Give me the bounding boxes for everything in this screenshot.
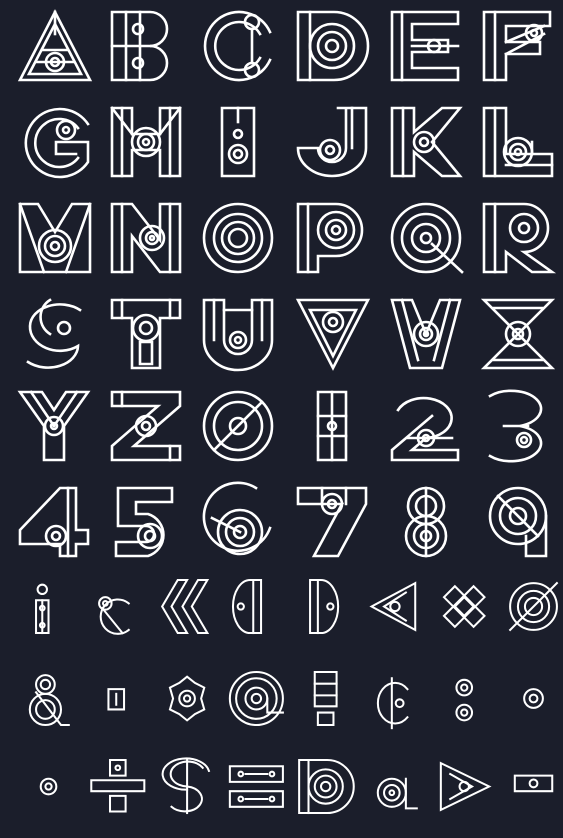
glyph-0-5 — [482, 10, 552, 82]
glyph-6-1 — [98, 596, 131, 635]
glyph-1-1 — [110, 106, 182, 178]
glyph-3-4 — [390, 298, 462, 370]
glyph-3-3 — [295, 298, 371, 371]
glyph-0-4 — [390, 10, 460, 82]
glyph-2-0 — [18, 202, 92, 274]
glyph-4-5 — [488, 389, 543, 463]
glyph-4-2 — [202, 390, 274, 462]
glyph-7-4 — [313, 670, 338, 727]
glyph-6-7 — [508, 581, 559, 632]
glyph-8-1 — [90, 758, 146, 813]
glyph-2-2 — [202, 202, 274, 274]
glyph-6-3 — [231, 578, 263, 635]
glyph-6-0 — [35, 583, 50, 635]
glyph-3-0 — [26, 298, 82, 369]
glyph-specimen-sheet — [0, 0, 563, 838]
glyph-7-6 — [455, 678, 474, 722]
glyph-8-3 — [228, 765, 284, 808]
glyph-4-3 — [316, 390, 348, 462]
glyph-7-5 — [376, 677, 409, 730]
glyph-7-7 — [523, 688, 544, 709]
glyph-3-5 — [480, 298, 556, 370]
glyph-5-1 — [114, 486, 174, 558]
glyph-6-6 — [442, 584, 486, 629]
glyph-0-3 — [296, 10, 370, 82]
glyph-5-0 — [18, 486, 90, 558]
glyph-1-0 — [24, 107, 90, 179]
glyph-3-1 — [110, 298, 182, 370]
glyph-2-5 — [482, 202, 557, 274]
glyph-5-4 — [404, 486, 448, 558]
glyph-4-4 — [390, 396, 460, 462]
glyph-2-4 — [390, 202, 464, 274]
glyph-5-5 — [488, 486, 548, 558]
glyph-1-4 — [390, 106, 463, 178]
glyph-2-3 — [296, 202, 364, 274]
glyph-6-2 — [160, 578, 210, 635]
glyph-1-5 — [482, 106, 554, 178]
glyph-8-0 — [39, 777, 58, 796]
glyph-8-2 — [161, 757, 211, 815]
glyph-3-2 — [202, 298, 274, 372]
glyph-1-3 — [296, 106, 368, 178]
glyph-6-5 — [369, 581, 417, 632]
glyph-1-2 — [220, 106, 256, 178]
glyph-5-3 — [296, 486, 368, 558]
glyph-6-4 — [309, 578, 340, 635]
glyph-5-2 — [202, 481, 272, 556]
glyph-4-0 — [17, 390, 91, 462]
glyph-2-1 — [110, 202, 182, 274]
glyph-8-6 — [439, 761, 492, 812]
glyph-8-5 — [376, 777, 418, 810]
glyph-4-1 — [110, 390, 182, 462]
glyph-7-3 — [228, 670, 284, 727]
glyph-0-2 — [203, 10, 272, 82]
glyph-8-7 — [513, 774, 554, 793]
glyph-7-0 — [28, 674, 70, 727]
glyph-7-1 — [107, 688, 126, 711]
glyph-7-2 — [168, 675, 206, 722]
glyph-0-1 — [110, 10, 169, 82]
glyph-0-0 — [17, 9, 93, 82]
glyph-8-4 — [298, 758, 355, 815]
